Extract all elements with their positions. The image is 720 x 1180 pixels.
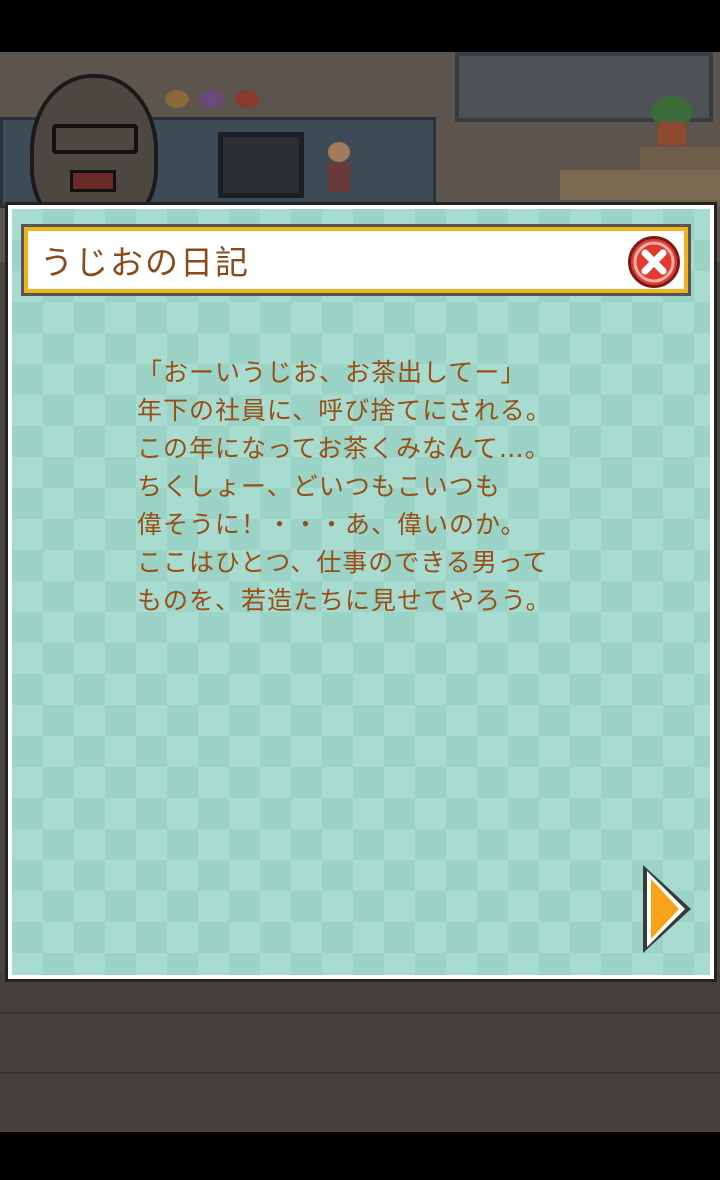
boss-glasses: [52, 124, 138, 154]
shelf-item: [200, 90, 224, 108]
coworker-body: [328, 162, 350, 192]
office-desk: [560, 170, 720, 200]
shelf-item: [165, 90, 189, 108]
diary-text: 「おーいうじお、お茶出してー」 年下の社員に、呼び捨てにされる。 この年になって…: [137, 354, 617, 620]
diary-line: ちくしょー、どいつもこいつも: [137, 472, 501, 501]
shelf-item: [235, 90, 259, 108]
diary-title: うじおの日記: [40, 243, 250, 282]
coworker-head: [328, 142, 350, 162]
diary-line: ここはひとつ、仕事のできる男って: [137, 548, 549, 577]
next-arrow-icon: [643, 865, 691, 953]
diary-line: ものを、若造たちに見せてやろう。: [137, 586, 552, 615]
diary-dialog: うじおの日記 「おーいうじお、お茶出してー」 年下の社員に、呼び捨てにされる。 …: [8, 205, 714, 979]
diary-title-bar: うじおの日記: [21, 224, 691, 296]
game-screen: うじおの日記 「おーいうじお、お茶出してー」 年下の社員に、呼び捨てにされる。 …: [0, 52, 720, 1132]
floor-line: [0, 1072, 720, 1074]
close-icon: [633, 241, 675, 283]
diary-line: 年下の社員に、呼び捨てにされる。: [137, 396, 552, 425]
office-floor: [0, 972, 720, 1132]
diary-line: 偉そうに！・・・あ、偉いのか。: [137, 510, 527, 539]
boss-mouth: [70, 170, 116, 192]
diary-line: この年になってお茶くみなんて…。: [137, 434, 551, 463]
floor-line: [0, 1012, 720, 1014]
close-button[interactable]: [628, 236, 680, 288]
diary-line: 「おーいうじお、お茶出してー」: [137, 358, 527, 387]
plant-leaves: [652, 96, 692, 124]
office-monitor: [218, 132, 304, 198]
next-page-button[interactable]: [639, 861, 695, 957]
plant-pot: [658, 122, 686, 146]
